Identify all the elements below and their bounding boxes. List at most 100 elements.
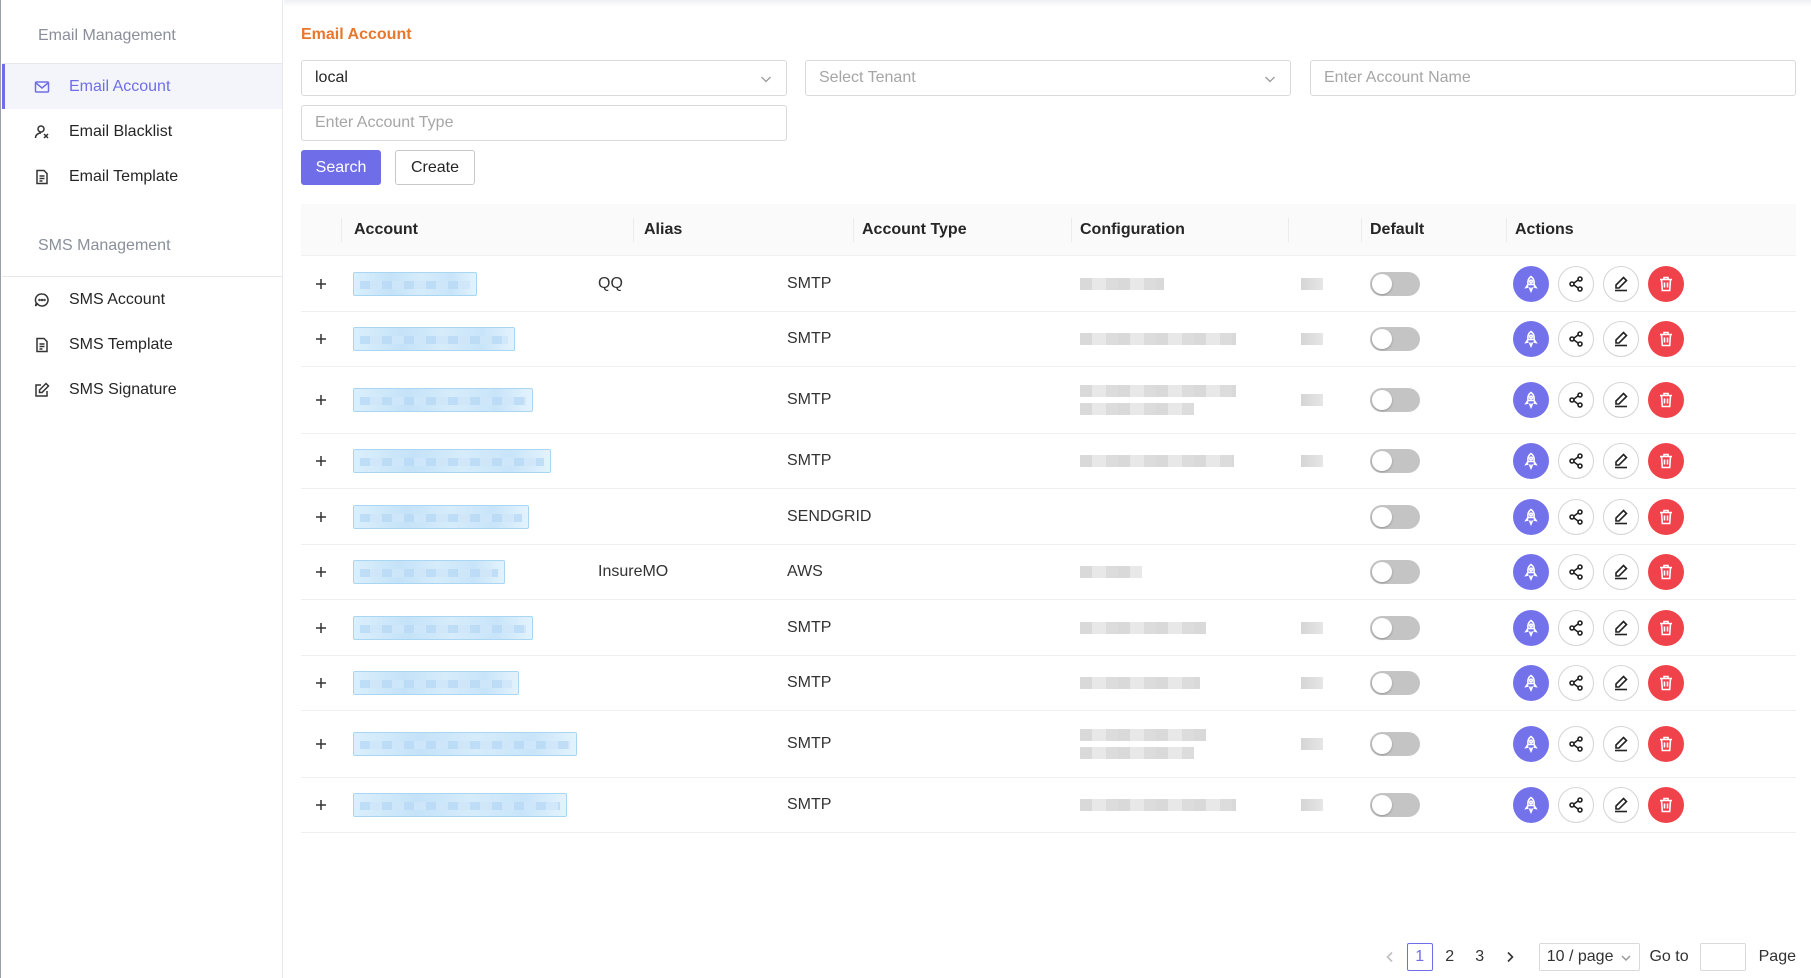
deploy-button[interactable] (1513, 787, 1549, 823)
share-button[interactable] (1558, 265, 1594, 302)
sidebar-item-email-account[interactable]: Email Account (2, 64, 282, 109)
trash-icon (1660, 392, 1672, 408)
account-cell-redacted[interactable] (353, 388, 533, 412)
deploy-button[interactable] (1513, 382, 1549, 418)
share-button[interactable] (1558, 665, 1594, 701)
table-row: SMTP (301, 434, 1796, 489)
document-icon (34, 337, 50, 353)
row-actions (1513, 321, 1684, 357)
prev-page-button[interactable] (1377, 943, 1403, 971)
account-cell-redacted[interactable] (353, 793, 567, 817)
edit-button[interactable] (1603, 609, 1639, 646)
chevron-right-icon (1507, 951, 1514, 963)
sidebar-item-label: Email Blacklist (69, 122, 173, 140)
delete-button[interactable] (1648, 609, 1684, 646)
goto-page-input[interactable] (1699, 943, 1746, 971)
sidebar-item-email-template[interactable]: Email Template (2, 154, 282, 199)
share-button[interactable] (1558, 321, 1594, 357)
expand-row-button[interactable] (313, 675, 329, 691)
account-cell-redacted[interactable] (353, 271, 477, 296)
delete-button[interactable] (1648, 498, 1684, 535)
expand-row-button[interactable] (313, 276, 329, 292)
account-cell-redacted[interactable] (353, 615, 533, 640)
delete-button[interactable] (1648, 382, 1684, 418)
expand-row-button[interactable] (313, 620, 329, 636)
deploy-button[interactable] (1513, 498, 1549, 535)
default-toggle[interactable] (1370, 449, 1420, 473)
default-toggle[interactable] (1370, 388, 1420, 412)
account-name-input[interactable]: Enter Account Name (1310, 60, 1796, 96)
edit-button[interactable] (1603, 265, 1639, 302)
account-cell-redacted[interactable] (353, 449, 551, 473)
expand-row-button[interactable] (313, 331, 329, 347)
share-button[interactable] (1558, 443, 1594, 479)
deploy-button[interactable] (1513, 726, 1549, 762)
share-button[interactable] (1558, 609, 1594, 646)
trash-icon (1660, 675, 1672, 691)
default-toggle[interactable] (1370, 793, 1420, 817)
deploy-button[interactable] (1513, 443, 1549, 479)
expand-row-button[interactable] (313, 453, 329, 469)
user-block-icon (34, 124, 50, 140)
expand-row-button[interactable] (313, 564, 329, 580)
sidebar-item-sms-account[interactable]: SMS Account (2, 277, 282, 322)
default-toggle[interactable] (1370, 671, 1420, 695)
next-page-button[interactable] (1497, 943, 1523, 971)
sidebar-item-sms-signature[interactable]: SMS Signature (2, 367, 282, 412)
deploy-button[interactable] (1513, 321, 1549, 357)
delete-button[interactable] (1648, 265, 1684, 302)
share-button[interactable] (1558, 554, 1594, 590)
expand-row-button[interactable] (313, 797, 329, 813)
account-cell-redacted[interactable] (353, 732, 577, 756)
deploy-button[interactable] (1513, 265, 1549, 302)
deploy-button[interactable] (1513, 609, 1549, 646)
default-toggle[interactable] (1370, 504, 1420, 529)
account-cell-redacted[interactable] (353, 504, 529, 529)
delete-button[interactable] (1648, 321, 1684, 357)
deploy-button[interactable] (1513, 665, 1549, 701)
account-cell-redacted[interactable] (353, 327, 515, 351)
edit-button[interactable] (1603, 498, 1639, 535)
edit-button[interactable] (1603, 665, 1639, 701)
default-toggle[interactable] (1370, 732, 1420, 756)
create-button[interactable]: Create (395, 150, 475, 185)
delete-button[interactable] (1648, 665, 1684, 701)
edit-button[interactable] (1603, 726, 1639, 762)
default-toggle[interactable] (1370, 271, 1420, 296)
edit-button[interactable] (1603, 443, 1639, 479)
edit-button[interactable] (1603, 787, 1639, 823)
page-3-button[interactable]: 3 (1467, 943, 1493, 971)
share-button[interactable] (1558, 498, 1594, 535)
page-1-button[interactable]: 1 (1406, 943, 1433, 971)
edit-button[interactable] (1603, 554, 1639, 590)
expand-row-button[interactable] (313, 736, 329, 752)
document-icon (34, 169, 50, 185)
default-toggle[interactable] (1370, 615, 1420, 640)
expand-row-button[interactable] (313, 509, 329, 525)
page-size-select[interactable]: 10 / page (1538, 943, 1641, 971)
share-button[interactable] (1558, 726, 1594, 762)
share-button[interactable] (1558, 787, 1594, 823)
account-cell-redacted[interactable] (353, 560, 505, 584)
page-2-button[interactable]: 2 (1437, 943, 1463, 971)
edit-button[interactable] (1603, 382, 1639, 418)
default-toggle[interactable] (1370, 327, 1420, 351)
environment-select[interactable]: local (301, 60, 787, 96)
delete-button[interactable] (1648, 443, 1684, 479)
expand-row-button[interactable] (313, 392, 329, 408)
sidebar-item-email-blacklist[interactable]: Email Blacklist (2, 109, 282, 154)
edit-button[interactable] (1603, 321, 1639, 357)
delete-button[interactable] (1648, 554, 1684, 590)
sidebar-item-sms-template[interactable]: SMS Template (2, 322, 282, 367)
deploy-button[interactable] (1513, 554, 1549, 590)
search-button[interactable]: Search (301, 150, 381, 185)
tenant-select[interactable]: Select Tenant (805, 60, 1291, 96)
share-button[interactable] (1558, 382, 1594, 418)
table-row: SMTP (301, 600, 1796, 656)
chat-icon (34, 292, 50, 308)
delete-button[interactable] (1648, 726, 1684, 762)
delete-button[interactable] (1648, 787, 1684, 823)
account-cell-redacted[interactable] (353, 671, 519, 695)
account-type-input[interactable]: Enter Account Type (301, 105, 787, 141)
default-toggle[interactable] (1370, 560, 1420, 584)
